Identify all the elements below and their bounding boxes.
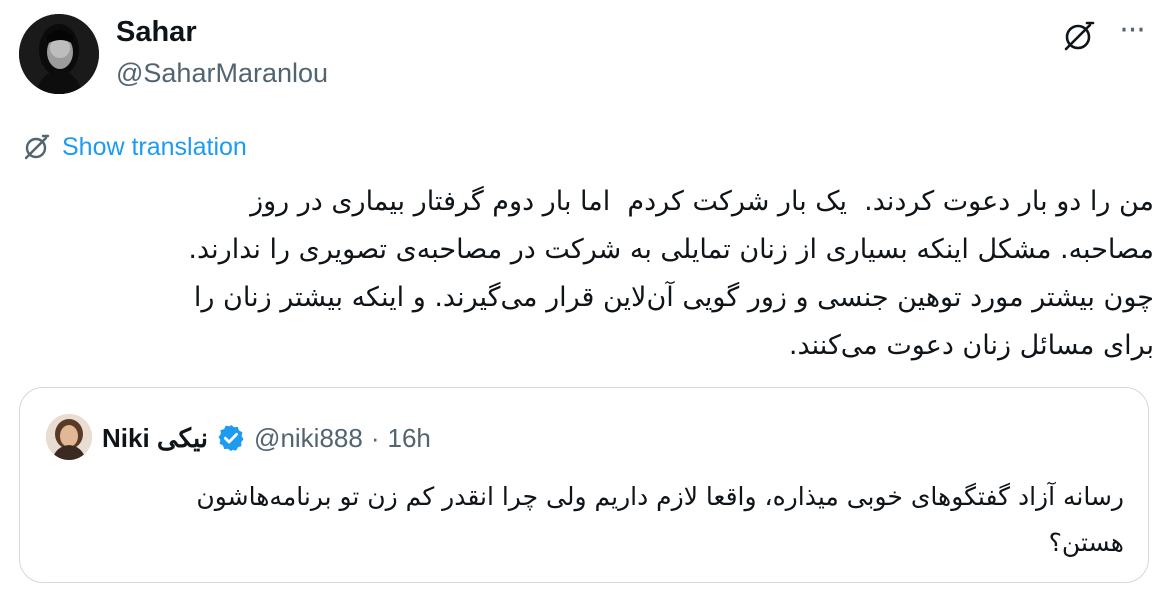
quote-text: رسانه آزاد گفتگوهای خوبی میذاره، واقعا ل… [44, 474, 1124, 566]
show-translation-label: Show translation [62, 132, 247, 161]
quote-line: هستن؟ [1048, 528, 1124, 557]
translate-icon [24, 134, 50, 160]
quote-separator: · [370, 422, 380, 453]
quote-avatar-photo [46, 414, 92, 460]
tweet-line: من را دو بار دعوت کردند. یک بار شرکت کرد… [250, 186, 1154, 217]
verified-badge-icon [218, 424, 244, 452]
quote-author-handle[interactable]: @niki888 [254, 423, 363, 454]
tweet-text: من را دو بار دعوت کردند. یک بار شرکت کرد… [14, 178, 1154, 370]
show-translation-button[interactable]: Show translation [20, 130, 247, 164]
quote-timestamp[interactable]: 16h [388, 423, 431, 454]
author-handle[interactable]: @SaharMaranlou [116, 58, 328, 89]
quote-author-name[interactable]: Niki نیکی [102, 423, 208, 454]
avatar-photo [19, 14, 99, 94]
slashed-circle-icon [1064, 21, 1095, 51]
author-avatar[interactable] [19, 14, 99, 94]
quote-header: Niki نیکی @niki888 · 16h [102, 418, 431, 458]
tweet-line: مصاحبه. مشکل اینکه بسیاری از زنان تمایلی… [188, 234, 1154, 265]
quote-line: رسانه آزاد گفتگوهای خوبی میذاره، واقعا ل… [196, 482, 1124, 511]
grok-button[interactable] [1058, 16, 1098, 56]
quote-avatar[interactable] [46, 414, 92, 460]
tweet-line: چون بیشتر مورد توهین جنسی و زور گویی آن‌… [193, 282, 1154, 313]
author-display-name[interactable]: Sahar [116, 16, 197, 49]
more-button[interactable]: ··· [1112, 16, 1152, 56]
quoted-tweet[interactable]: Niki نیکی @niki888 · 16h رسانه آزاد گفتگ… [19, 387, 1149, 583]
tweet-line: برای مسائل زنان دعوت می‌کنند. [788, 330, 1154, 361]
